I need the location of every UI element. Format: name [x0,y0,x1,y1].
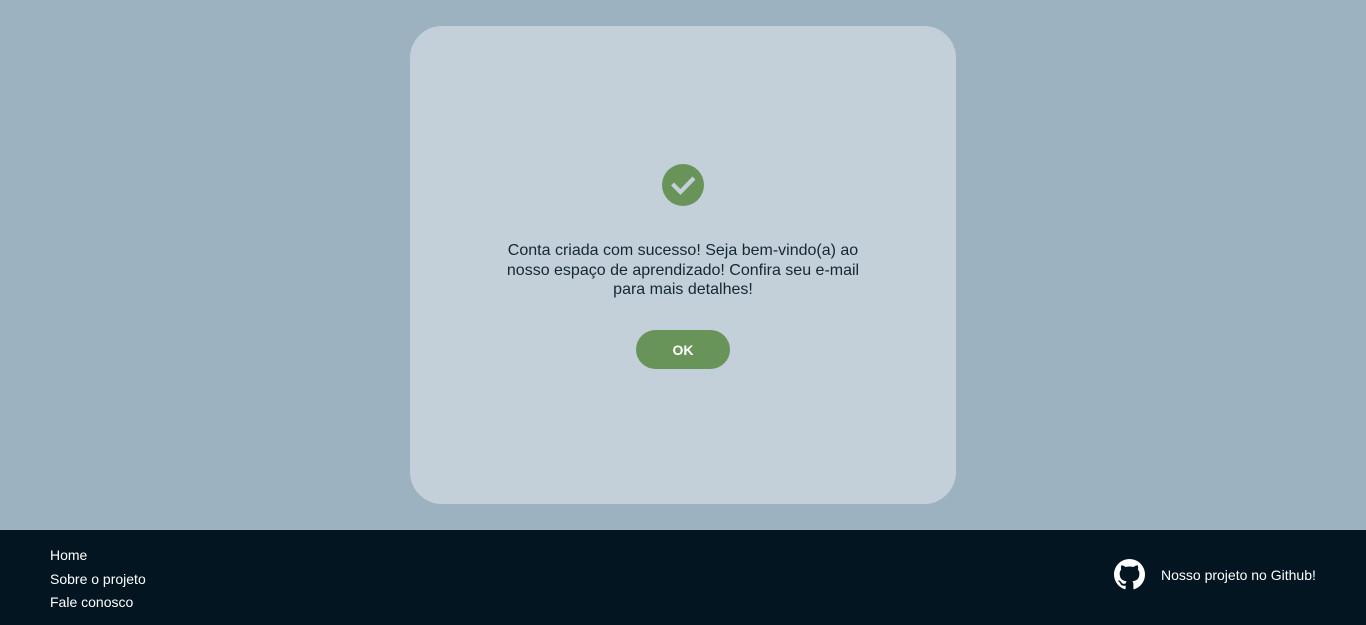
footer-link-sobre-o-projeto[interactable]: Sobre o projeto [50,568,146,592]
github-link-label: Nosso projeto no Github! [1161,566,1316,583]
success-message: Conta criada com sucesso! Seja bem-vindo… [506,242,860,298]
ok-button[interactable]: OK [636,330,730,369]
check-circle-icon [662,164,704,206]
success-modal: Conta criada com sucesso! Seja bem-vindo… [410,26,956,504]
footer: Home Sobre o projeto Fale conosco Nosso … [0,530,1366,625]
footer-nav: Home Sobre o projeto Fale conosco [50,544,146,615]
github-link[interactable]: Nosso projeto no Github! [1114,559,1316,590]
footer-link-fale-conosco[interactable]: Fale conosco [50,591,146,615]
footer-link-home[interactable]: Home [50,544,146,568]
github-icon [1114,559,1145,590]
